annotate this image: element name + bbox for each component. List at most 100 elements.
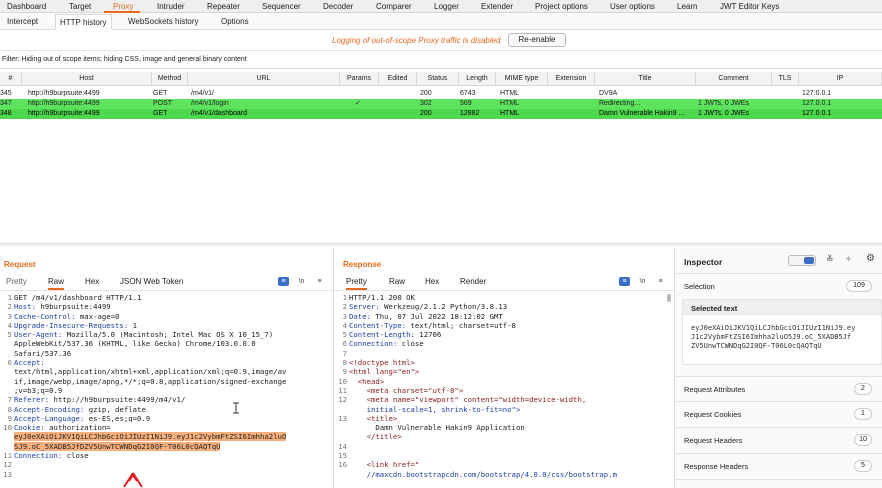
tab-target[interactable]: Target <box>69 0 91 13</box>
tab-jwt-editor-keys[interactable]: JWT Editor Keys <box>720 0 779 13</box>
cell-url: /m4/v1/dashboard <box>191 110 248 117</box>
tab-render[interactable]: Render <box>460 277 486 286</box>
cell-method: POST <box>153 100 173 107</box>
filter-bar[interactable]: Filter: Hiding out of scope items; hidin… <box>0 51 882 69</box>
cell-length: 6743 <box>460 90 476 97</box>
request-cookies-row[interactable]: Request Cookies 1 <box>676 402 882 428</box>
request-attributes-row[interactable]: Request Attributes 2 <box>676 376 882 402</box>
code-line: 15 <box>338 451 347 461</box>
col-edited[interactable]: Edited <box>379 72 417 86</box>
table-row[interactable]: 345 http://h9burpsuite:4499 GET /m4/v1/ … <box>0 89 882 99</box>
code-line: 9 Accept-Language: es-ES,es;q=0.9 <box>7 413 151 423</box>
code-line: 8 <!doctype html> <box>342 358 415 368</box>
tab-raw[interactable]: Raw <box>48 277 65 290</box>
sort-icon[interactable]: ≚ <box>826 254 834 265</box>
re-enable-button[interactable]: Re-enable <box>508 33 566 47</box>
tab-project-options[interactable]: Project options <box>535 0 588 13</box>
col-url[interactable]: URL <box>188 72 340 86</box>
cell-length: 569 <box>460 100 472 107</box>
response-editor[interactable]: 1 HTTP/1.1 200 OK 2 Server: Werkzeug/2.1.2… <box>335 293 617 479</box>
table-header: # Host Method URL Params Edited Status L… <box>0 72 882 86</box>
tab-decoder[interactable]: Decoder <box>323 0 353 13</box>
cell-title: Damn Vulnerable Hakin9 ... <box>599 110 685 117</box>
table-row[interactable]: 347 http://h9burpsuite:4499 POST /m4/v1/… <box>0 99 882 109</box>
cell-ip: 127.0.0.1 <box>802 100 832 107</box>
tab-extender[interactable]: Extender <box>481 0 513 13</box>
menu-icon[interactable]: ≡ <box>314 277 325 286</box>
tab-intruder[interactable]: Intruder <box>157 0 185 13</box>
code-line: 11 Connection: close <box>3 451 89 461</box>
inspector-pane: Inspector ≚ ÷ ⚙ Selection 109 Selected t… <box>676 248 882 488</box>
tab-separator <box>335 290 674 291</box>
col-comment[interactable]: Comment <box>696 72 772 86</box>
tab-raw[interactable]: Raw <box>389 277 405 286</box>
cell-title: Redirecting... <box>599 100 641 107</box>
cell-method: GET <box>153 110 168 117</box>
tab-hex[interactable]: Hex <box>85 277 99 286</box>
col-params[interactable]: Params <box>340 72 379 86</box>
inspector-layout-toggle[interactable] <box>788 255 816 266</box>
pane-divider[interactable] <box>0 243 882 247</box>
gear-icon[interactable]: ⚙ <box>866 253 875 264</box>
tab-learn[interactable]: Learn <box>677 0 697 13</box>
cell-mime: HTML <box>500 100 520 107</box>
code-line: 2 Host: h9burpsuite:4499 <box>7 302 111 312</box>
response-headers-row[interactable]: Response Headers 5 <box>676 454 882 480</box>
pretty-print-icon[interactable]: ≡ <box>278 277 289 286</box>
code-line: 3 Cache-Control: max-age=0 <box>7 311 120 321</box>
code-line: 14 <box>338 441 347 451</box>
cell-num: 345 <box>0 90 12 97</box>
tab-hex[interactable]: Hex <box>425 277 439 286</box>
tab-pretty[interactable]: Pretty <box>6 277 27 286</box>
code-line: 6 Connection: close <box>342 339 424 349</box>
col-host[interactable]: Host <box>22 72 152 86</box>
code-line: 7 <box>342 348 347 358</box>
row-label: Response Headers <box>684 462 749 471</box>
tab-user-options[interactable]: User options <box>610 0 655 13</box>
row-count-badge: 2 <box>854 383 872 395</box>
menu-icon[interactable]: ≡ <box>655 277 666 286</box>
col-method[interactable]: Method <box>152 72 188 86</box>
code-line: 7 Referer: http://h9burpsuite:4499/m4/v1/ <box>7 395 186 405</box>
code-line: 16 <link href=" <box>338 460 420 470</box>
col-mime[interactable]: MIME type <box>496 72 548 86</box>
selected-text-label: Selected text <box>691 304 738 313</box>
tab-logger[interactable]: Logger <box>434 0 459 13</box>
layout-icon <box>804 257 814 264</box>
cell-host: http://h9burpsuite:4499 <box>28 110 100 117</box>
tab-websockets-history[interactable]: WebSockets history <box>128 15 199 28</box>
tab-intercept[interactable]: Intercept <box>7 15 38 28</box>
top-tool-bar: Dashboard Target Proxy Intruder Repeater… <box>0 0 882 13</box>
table-row-selected[interactable]: 348 http://h9burpsuite:4499 GET /m4/v1/d… <box>0 109 882 119</box>
tab-json-web-token[interactable]: JSON Web Token <box>120 277 183 286</box>
code-line: initial-scale=1, shrink-to-fit=no"> <box>349 404 521 414</box>
tab-repeater[interactable]: Repeater <box>207 0 240 13</box>
row-label: Request Attributes <box>684 385 746 394</box>
tab-pretty[interactable]: Pretty <box>346 277 367 290</box>
tab-sequencer[interactable]: Sequencer <box>262 0 301 13</box>
tab-options[interactable]: Options <box>221 15 249 28</box>
col-length[interactable]: Length <box>459 72 496 86</box>
newline-toggle-icon[interactable]: \n <box>637 277 648 286</box>
filter-text: Filter: Hiding out of scope items; hidin… <box>2 56 247 63</box>
code-line: //maxcdn.bootstrapcdn.com/bootstrap/4.0.… <box>349 469 617 479</box>
request-headers-row[interactable]: Request Headers 10 <box>676 428 882 454</box>
pretty-print-icon[interactable]: ≡ <box>619 277 630 286</box>
col-ip[interactable]: IP <box>799 72 882 86</box>
col-num[interactable]: # <box>0 72 22 86</box>
col-status[interactable]: Status <box>417 72 459 86</box>
cell-method: GET <box>153 90 168 97</box>
request-editor[interactable]: 1 GET /m4/v1/dashboard HTTP/1.1 2 Host: h9… <box>0 293 287 479</box>
tab-http-history[interactable]: HTTP history <box>55 14 112 30</box>
newline-toggle-icon[interactable]: \n <box>296 277 307 286</box>
tab-dashboard[interactable]: Dashboard <box>7 0 46 13</box>
col-title[interactable]: Title <box>595 72 696 86</box>
selected-text-value[interactable]: eyJ0eXAiOiJKV1QiLCJhbGciOiJIUzI1NiJ9.ey … <box>691 324 855 351</box>
col-tls[interactable]: TLS <box>772 72 799 86</box>
scrollbar[interactable] <box>667 294 671 302</box>
tab-comparer[interactable]: Comparer <box>376 0 412 13</box>
collapse-icon[interactable]: ÷ <box>846 254 851 264</box>
col-extension[interactable]: Extension <box>548 72 595 86</box>
http-history-table: # Host Method URL Params Edited Status L… <box>0 70 882 245</box>
cell-status: 200 <box>420 110 432 117</box>
